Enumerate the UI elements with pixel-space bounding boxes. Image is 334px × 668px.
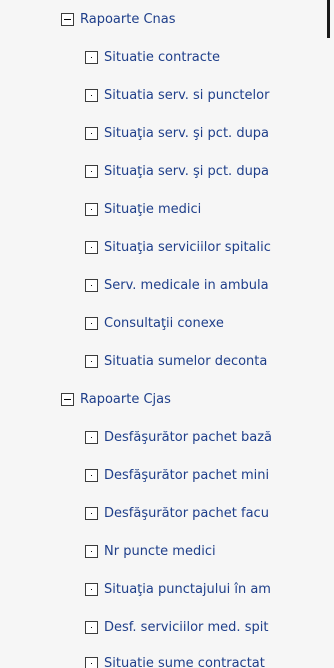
tree-item-label: Situatia serv. si punctelor — [104, 87, 270, 103]
leaf-node-icon — [85, 126, 98, 140]
tree-item[interactable]: Desfăşurător pachet mini — [85, 458, 269, 492]
tree-item[interactable]: Situaţia serviciilor spitalic — [85, 230, 271, 264]
tree-item-label: Desfăşurător pachet bază — [104, 429, 273, 445]
tree-item[interactable]: Nr puncte medici — [85, 534, 216, 568]
tree-group-label: Rapoarte Cjas — [80, 391, 171, 407]
leaf-node-icon — [85, 582, 98, 596]
tree-item[interactable]: Desfăşurător pachet bază — [85, 420, 272, 454]
panel-divider — [327, 0, 334, 668]
leaf-node-icon — [85, 656, 98, 668]
tree-group-rapoarte-cnas[interactable]: Rapoarte Cnas — [61, 2, 176, 36]
collapse-icon[interactable] — [61, 392, 74, 406]
leaf-node-icon — [85, 164, 98, 178]
tree-group-label: Rapoarte Cnas — [80, 11, 176, 27]
tree-item-label: Situaţie medici — [104, 201, 202, 217]
tree-item[interactable]: Situatia serv. si punctelor — [85, 78, 269, 112]
tree-item[interactable]: Situatie sume contractat — [85, 646, 265, 668]
leaf-node-icon — [85, 240, 98, 254]
tree-item-label: Situaţia serv. şi pct. dupa — [104, 125, 270, 141]
leaf-node-icon — [85, 430, 98, 444]
tree-item-label: Nr puncte medici — [104, 543, 216, 559]
tree-item[interactable]: Consultaţii conexe — [85, 306, 224, 340]
tree-item[interactable]: Desf. serviciilor med. spit — [85, 610, 268, 644]
leaf-node-icon — [85, 506, 98, 520]
tree-item-label: Situaţia punctajului în am — [104, 581, 271, 597]
leaf-node-icon — [85, 468, 98, 482]
tree-item[interactable]: Situaţia serv. şi pct. dupa — [85, 116, 269, 150]
tree-item[interactable]: Serv. medicale in ambula — [85, 268, 269, 302]
tree-item-label: Situaţia serviciilor spitalic — [104, 239, 271, 255]
leaf-node-icon — [85, 316, 98, 330]
tree-item-label: Situatia sumelor deconta — [104, 353, 268, 369]
tree-item-label: Situatie sume contractat — [104, 655, 265, 668]
collapse-icon[interactable] — [61, 12, 74, 26]
tree-item[interactable]: Situaţia punctajului în am — [85, 572, 271, 606]
tree-item-label: Desf. serviciilor med. spit — [104, 619, 269, 635]
leaf-node-icon — [85, 354, 98, 368]
tree-item-label: Consultaţii conexe — [104, 315, 224, 331]
tree-item-label: Situatie contracte — [104, 49, 220, 65]
leaf-node-icon — [85, 620, 98, 634]
tree-item[interactable]: Situaţie medici — [85, 192, 201, 226]
leaf-node-icon — [85, 88, 98, 102]
tree-item-label: Situaţia serv. şi pct. dupa — [104, 163, 270, 179]
leaf-node-icon — [85, 278, 98, 292]
leaf-node-icon — [85, 544, 98, 558]
tree-item[interactable]: Desfăşurător pachet facu — [85, 496, 269, 530]
tree-item[interactable]: Situatia sumelor deconta — [85, 344, 267, 378]
tree-item-label: Desfăşurător pachet mini — [104, 467, 270, 483]
report-tree: Rapoarte Cnas Situatie contracte Situati… — [0, 0, 327, 668]
tree-group-rapoarte-cjas[interactable]: Rapoarte Cjas — [61, 382, 171, 416]
leaf-node-icon — [85, 202, 98, 216]
tree-item-label: Desfăşurător pachet facu — [104, 505, 269, 521]
tree-item-label: Serv. medicale in ambula — [104, 277, 269, 293]
leaf-node-icon — [85, 50, 98, 64]
tree-item[interactable]: Situaţia serv. şi pct. dupa — [85, 154, 269, 188]
tree-item[interactable]: Situatie contracte — [85, 40, 220, 74]
